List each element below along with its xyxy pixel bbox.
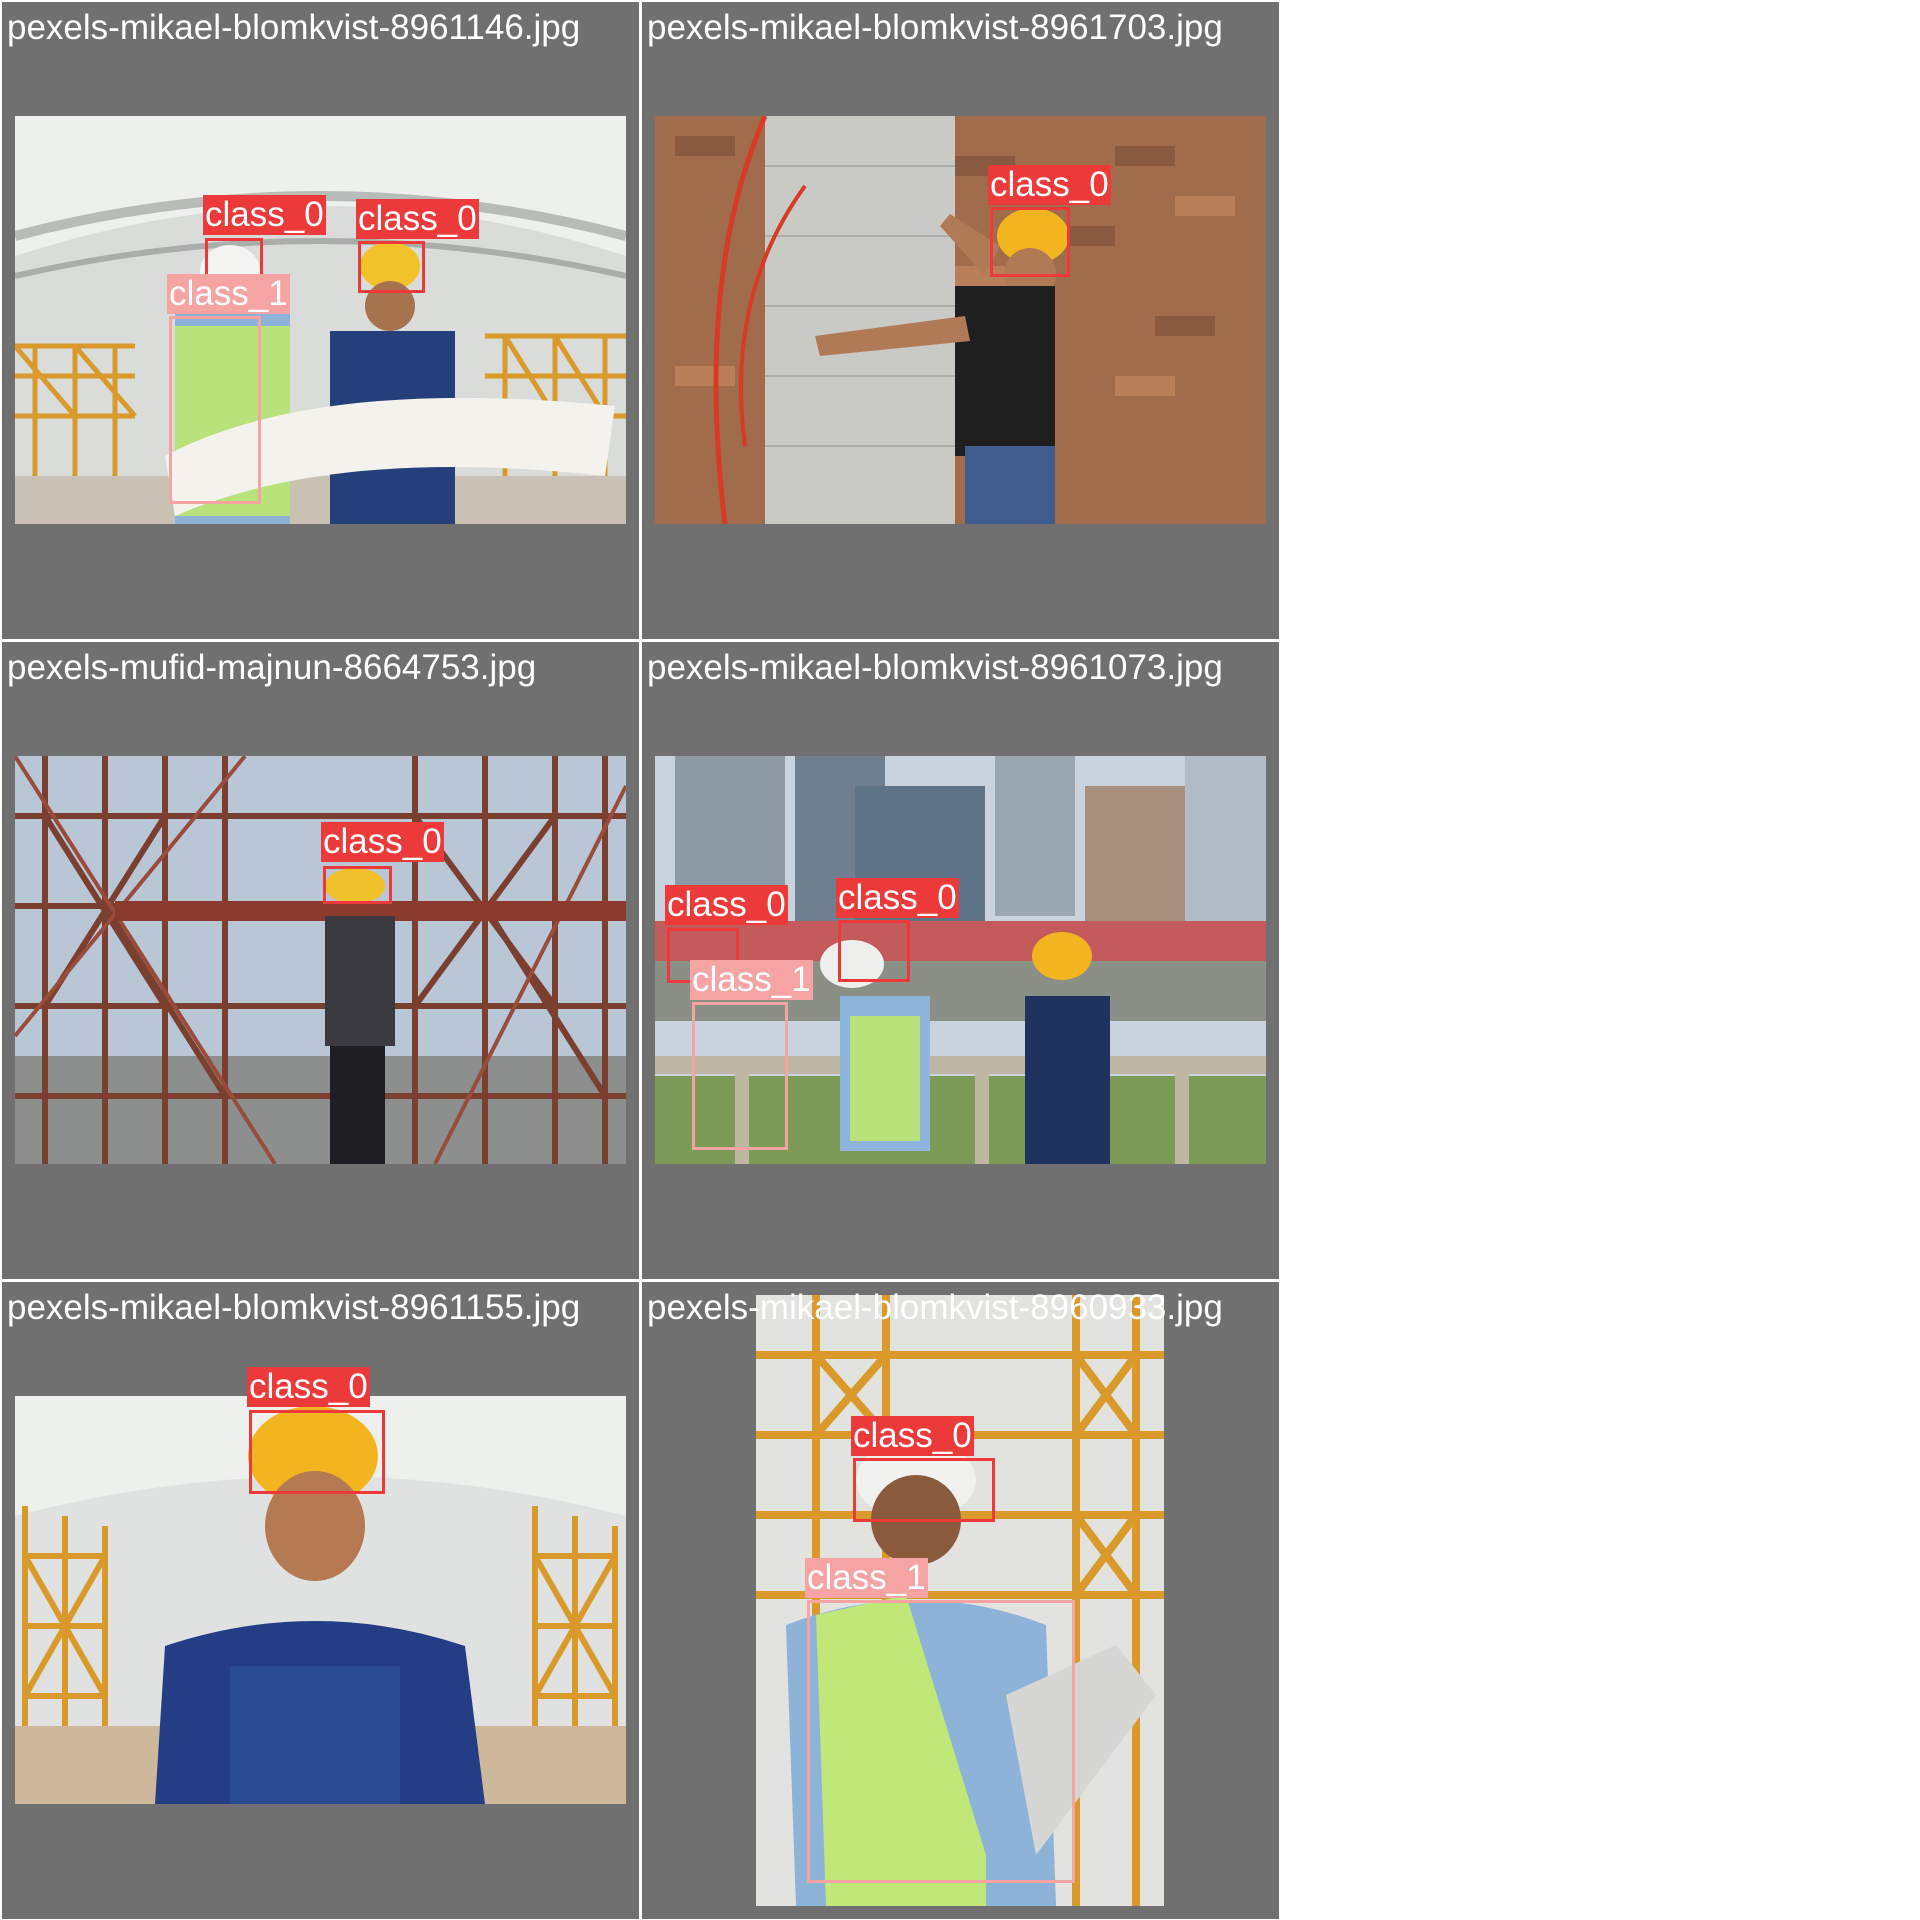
detection-class-0 [323,866,392,904]
detection-label: class_1 [690,960,813,1000]
detection-class-1 [807,1600,1075,1883]
detection-class-0 [249,1410,385,1494]
image-filename: pexels-mikael-blomkvist-8961073.jpg [647,648,1223,687]
detection-label: class_0 [665,885,788,925]
detection-label: class_0 [356,199,479,239]
image-tile: class_0 class_1 pexels-mikael-blomkvist-… [642,1282,1279,1919]
image-filename: pexels-mikael-blomkvist-8961703.jpg [647,8,1223,47]
detection-label: class_0 [851,1416,974,1456]
bounding-box [990,207,1070,277]
detection-label-wrap: class_1 [690,960,813,1000]
image-tile: class_0 pexels-mufid-majnun-8664753.jpg [2,642,639,1279]
photo-scaffold-worker [15,756,626,1164]
detection-label-wrap: class_0 [665,885,788,925]
detection-class-1 [169,316,261,504]
detection-label: class_0 [988,165,1111,205]
bounding-box [807,1600,1075,1883]
bounding-box [249,1410,385,1494]
image-filename: pexels-mikael-blomkvist-8960933.jpg [647,1288,1223,1327]
bounding-box [692,1002,788,1150]
bounding-box [838,920,910,982]
detection-label-wrap: class_0 [988,165,1111,205]
detection-class-0 [838,920,910,982]
bounding-box [358,241,425,293]
image-tile: class_0 class_0 class_1 pexels-mikael-bl… [2,2,639,639]
detection-label-wrap: class_0 [321,822,444,862]
detection-class-0 [990,207,1070,277]
bounding-box [323,866,392,904]
photo-construction-blueprint [15,116,626,524]
image-tile: class_0 pexels-mikael-blomkvist-8961703.… [642,2,1279,639]
detection-class-1 [692,1002,788,1150]
detection-label-wrap: class_0 [851,1416,974,1456]
image-filename: pexels-mikael-blomkvist-8961146.jpg [7,8,581,47]
detection-label: class_1 [805,1558,928,1598]
bounding-box [169,316,261,504]
image-filename: pexels-mikael-blomkvist-8961155.jpg [7,1288,581,1327]
detection-class-0 [853,1458,995,1522]
detection-label-wrap: class_0 [203,195,326,235]
detection-label: class_0 [203,195,326,235]
detection-class-0 [358,241,425,293]
detection-label-wrap: class_0 [356,199,479,239]
detection-label-wrap: class_0 [247,1367,370,1407]
detection-label-wrap: class_0 [836,878,959,918]
detection-label-wrap: class_1 [167,274,290,314]
detection-label: class_0 [836,878,959,918]
detection-label: class_1 [167,274,290,314]
photo-brick-wall-worker [655,116,1266,524]
bounding-box [853,1458,995,1522]
detection-mosaic: class_0 class_0 class_1 pexels-mikael-bl… [0,0,1920,1920]
image-tile: class_0 class_0 class_1 pexels-mikael-bl… [642,642,1279,1279]
detection-label: class_0 [247,1367,370,1407]
image-tile: class_0 pexels-mikael-blomkvist-8961155.… [2,1282,639,1919]
image-filename: pexels-mufid-majnun-8664753.jpg [7,648,537,687]
detection-label: class_0 [321,822,444,862]
detection-label-wrap: class_1 [805,1558,928,1598]
